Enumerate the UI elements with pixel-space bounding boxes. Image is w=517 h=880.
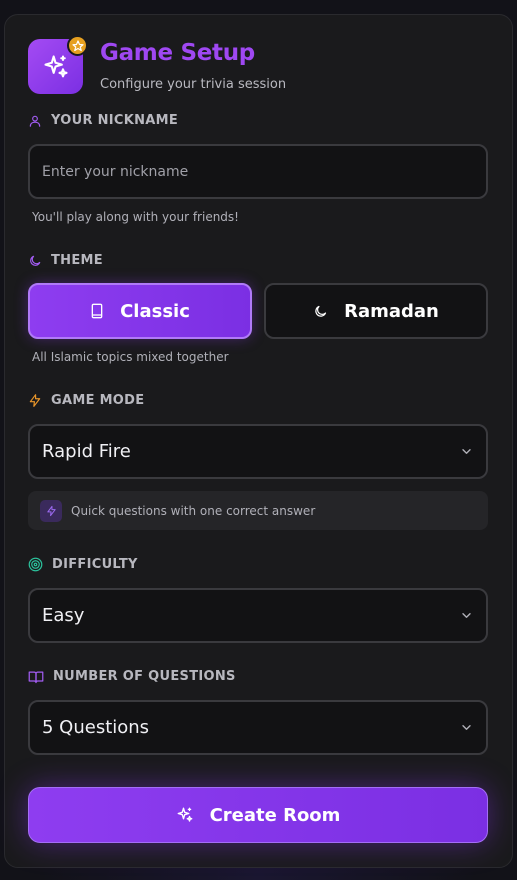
- nickname-input[interactable]: [28, 144, 488, 199]
- game-mode-hint-text: Quick questions with one correct answer: [71, 503, 316, 518]
- theme-option-label: Ramadan: [344, 300, 439, 322]
- chevron-down-icon: [462, 613, 471, 618]
- questions-label: NUMBER OF QUESTIONS: [28, 669, 236, 684]
- lightning-icon: [29, 394, 41, 407]
- create-room-label: Create Room: [209, 804, 341, 826]
- questions-value: 5 Questions: [42, 717, 150, 738]
- game-mode-select[interactable]: Rapid Fire: [28, 424, 488, 479]
- sparkles-icon: [43, 54, 68, 77]
- page-subtitle: Configure your trivia session: [100, 77, 287, 92]
- page-background: Game Setup Configure your trivia session…: [0, 0, 517, 880]
- sparkles-icon: [177, 807, 192, 822]
- star-icon: [71, 39, 84, 51]
- moon-icon: [315, 305, 327, 317]
- theme-helper: All Islamic topics mixed together: [32, 350, 229, 364]
- theme-option-classic[interactable]: Classic: [28, 283, 252, 339]
- theme-option-label: Classic: [120, 300, 190, 322]
- open-book-icon: [28, 670, 44, 683]
- user-icon: [29, 115, 41, 127]
- target-icon: [28, 557, 43, 572]
- chevron-down-icon: [462, 725, 471, 730]
- logo-badge: [67, 35, 88, 56]
- difficulty-select[interactable]: Easy: [28, 588, 488, 643]
- chevron-down-icon: [462, 449, 471, 454]
- theme-option-ramadan[interactable]: Ramadan: [264, 283, 488, 339]
- create-room-button[interactable]: Create Room: [28, 787, 488, 843]
- difficulty-value: Easy: [42, 605, 85, 626]
- questions-select[interactable]: 5 Questions: [28, 700, 488, 755]
- theme-label: THEME: [28, 253, 103, 268]
- nickname-helper: You'll play along with your friends!: [32, 210, 239, 224]
- game-mode-label: GAME MODE: [28, 393, 144, 408]
- lightning-icon: [46, 505, 56, 516]
- difficulty-label: DIFFICULTY: [28, 557, 138, 572]
- game-mode-value: Rapid Fire: [42, 441, 131, 462]
- page-title: Game Setup: [100, 40, 255, 66]
- hint-icon-box: [40, 499, 62, 522]
- moon-icon: [30, 255, 41, 266]
- book-icon: [91, 303, 103, 319]
- game-mode-hint: Quick questions with one correct answer: [28, 491, 488, 530]
- nickname-label: YOUR NICKNAME: [28, 113, 178, 128]
